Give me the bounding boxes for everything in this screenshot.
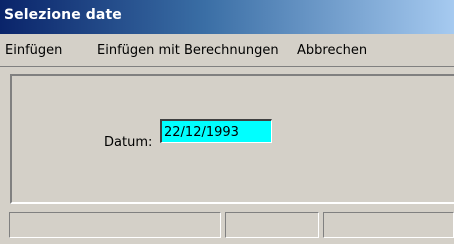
status-bar — [0, 208, 454, 244]
menu-item-einfuegen[interactable]: Einfügen — [5, 43, 62, 58]
date-label: Datum: — [104, 135, 153, 150]
status-pane-2 — [225, 212, 319, 238]
date-selection-window: Selezione date Einfügen Einfügen mit Ber… — [0, 0, 454, 244]
menu-item-abbrechen[interactable]: Abbrechen — [297, 43, 367, 58]
menu-bar: Einfügen Einfügen mit Berechnungen Abbre… — [0, 34, 454, 67]
title-bar[interactable]: Selezione date — [0, 0, 454, 34]
date-input[interactable] — [160, 119, 272, 143]
status-pane-1 — [9, 212, 221, 238]
menu-item-einfuegen-mit-berechnungen[interactable]: Einfügen mit Berechnungen — [97, 43, 279, 58]
status-pane-3 — [323, 212, 454, 238]
form-panel: Datum: — [10, 74, 454, 204]
window-title: Selezione date — [4, 7, 122, 23]
